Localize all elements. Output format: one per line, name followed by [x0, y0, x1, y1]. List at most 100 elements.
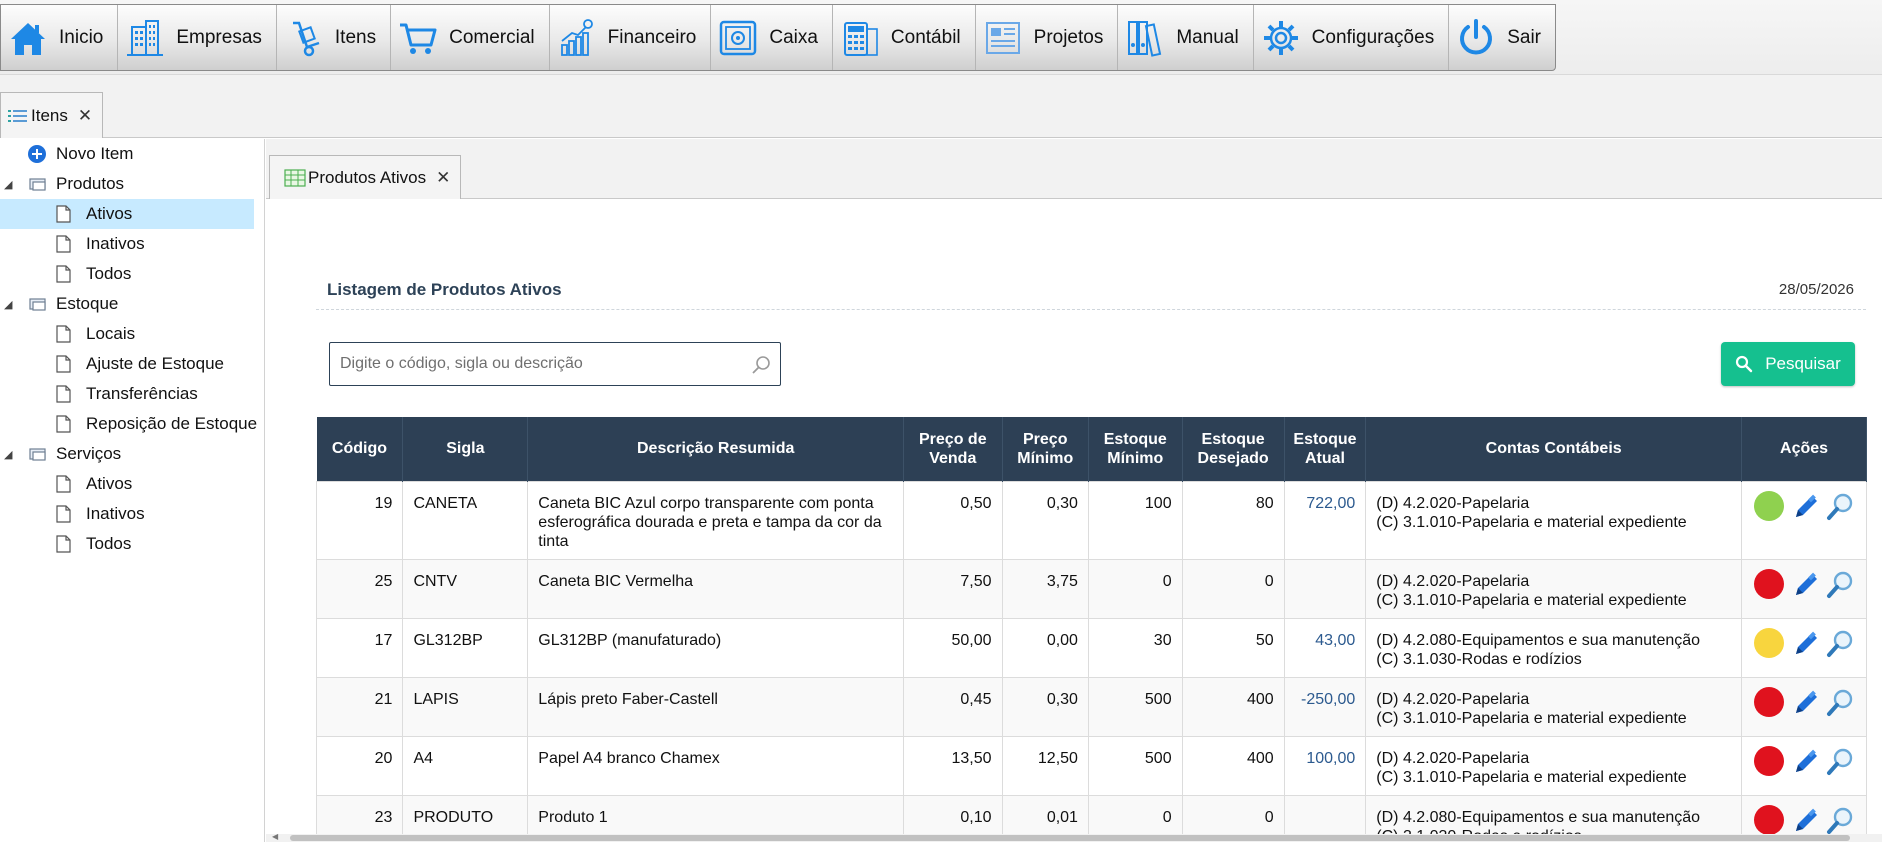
menu-item-projetos[interactable]: Projetos — [976, 5, 1119, 70]
column-header-estoque-desejado[interactable]: Estoque Desejado — [1182, 417, 1285, 481]
cell-estoque-desejado: 400 — [1181, 676, 1285, 737]
cell-estoque-minimo: 100 — [1087, 480, 1183, 560]
edit-pencil-icon[interactable] — [1790, 746, 1822, 778]
table-row[interactable]: 20 A4 Papel A4 branco Chamex 13,50 12,50 500 4… — [316, 735, 1867, 796]
column-header-estoque-minimo[interactable]: Estoque Mínimo — [1088, 417, 1183, 481]
close-tab-itens-icon[interactable]: ✕ — [78, 106, 92, 126]
conta-credito: (C) 3.1.030-Rodas e rodízios — [1376, 650, 1582, 668]
table-header-row: Código Sigla Descrição Resumida Preço de… — [316, 417, 1867, 481]
tab-itens-label: Itens — [31, 105, 68, 125]
column-header-codigo[interactable]: Código — [316, 417, 404, 481]
close-tab-produtos-ativos-icon[interactable]: ✕ — [436, 168, 450, 188]
folder-tray-icon — [29, 298, 46, 311]
table-row[interactable]: 17 GL312BP GL312BP (manufaturado) 50,00 0,00… — [316, 617, 1867, 678]
sidebar-group-servicos[interactable]: ◢ Serviços — [0, 439, 254, 469]
projects-icon — [985, 21, 1020, 54]
menu-item-financeiro[interactable]: Financeiro — [550, 5, 712, 70]
menu-item-configuracoes[interactable]: Configurações — [1254, 5, 1450, 70]
view-magnifier-icon[interactable] — [1824, 687, 1856, 719]
menu-item-empresas[interactable]: Empresas — [118, 5, 277, 70]
collapse-arrow-icon[interactable]: ◢ — [4, 298, 12, 311]
cell-estoque-atual — [1283, 558, 1367, 619]
column-header-estoque-atual[interactable]: Estoque Atual — [1284, 417, 1367, 481]
sidebar-item-servicos-inativos[interactable]: Inativos — [0, 499, 254, 529]
menu-item-inicio[interactable]: Inicio — [1, 5, 119, 70]
scroll-left-arrow-icon[interactable]: ◀ — [272, 832, 278, 841]
menu-item-comercial[interactable]: Comercial — [391, 5, 550, 70]
sidebar-item-estoque-transferencias[interactable]: Transferências — [0, 379, 254, 409]
conta-credito: (C) 3.1.010-Papelaria e material expedie… — [1376, 513, 1687, 531]
collapse-arrow-icon[interactable]: ◢ — [4, 448, 12, 461]
status-indicator[interactable] — [1754, 804, 1785, 835]
scrollbar-thumb[interactable] — [290, 835, 1850, 841]
conta-debito: (D) 4.2.080-Equipamentos e sua manutençã… — [1376, 631, 1701, 649]
status-indicator[interactable] — [1754, 745, 1785, 776]
table-row[interactable]: 25 CNTV Caneta BIC Vermelha 7,50 3,75 0 0 (D) 4… — [316, 558, 1867, 619]
sidebar-group-estoque[interactable]: ◢ Estoque — [0, 289, 254, 319]
conta-credito: (C) 3.1.010-Papelaria e material expedie… — [1376, 768, 1687, 786]
cell-estoque-atual: 100,00 — [1283, 735, 1367, 796]
edit-pencil-icon[interactable] — [1790, 569, 1822, 601]
menu-item-manual[interactable]: Manual — [1118, 5, 1254, 70]
edit-pencil-icon[interactable] — [1790, 491, 1822, 523]
status-indicator[interactable] — [1754, 686, 1785, 717]
cell-sigla: A4 — [402, 735, 529, 796]
column-header-sigla[interactable]: Sigla — [402, 417, 529, 481]
cell-estoque-desejado: 0 — [1181, 794, 1285, 835]
view-magnifier-icon[interactable] — [1824, 746, 1856, 778]
shopping-cart-icon — [400, 23, 437, 54]
horizontal-scrollbar[interactable]: ◀ — [266, 832, 1882, 842]
cell-codigo: 21 — [316, 676, 404, 737]
menu-item-caixa[interactable]: Caixa — [711, 5, 833, 70]
sidebar-item-novo-item[interactable]: Novo Item — [0, 139, 254, 169]
cell-descricao: Papel A4 branco Chamex — [527, 735, 905, 796]
menu-item-sair[interactable]: Sair — [1449, 5, 1555, 70]
table-row[interactable]: 23 PRODUTO Produto 1 0,10 0,01 0 0 (D) 4.2.080-… — [316, 794, 1867, 836]
column-header-descricao[interactable]: Descrição Resumida — [527, 417, 905, 481]
sidebar-group-produtos[interactable]: ◢ Produtos — [0, 169, 254, 199]
menu-item-itens[interactable]: Itens — [277, 5, 392, 70]
tab-itens[interactable]: Itens ✕ — [0, 92, 104, 138]
sidebar-item-produtos-ativos[interactable]: Ativos — [0, 199, 254, 229]
status-indicator[interactable] — [1754, 490, 1785, 521]
column-header-preco-minimo[interactable]: Preço Mínimo — [1002, 417, 1089, 481]
status-indicator[interactable] — [1754, 568, 1785, 599]
view-magnifier-icon[interactable] — [1824, 805, 1856, 836]
cell-contas: (D) 4.2.080-Equipamentos e sua manutençã… — [1365, 617, 1743, 678]
sidebar-item-produtos-inativos[interactable]: Inativos — [0, 229, 254, 259]
status-indicator[interactable] — [1754, 627, 1785, 658]
table-body: 19 CANETA Caneta BIC Azul corpo transparen… — [316, 480, 1867, 836]
edit-pencil-icon[interactable] — [1790, 687, 1822, 719]
spreadsheet-icon — [284, 168, 306, 187]
sidebar-item-servicos-todos[interactable]: Todos — [0, 529, 254, 559]
view-magnifier-icon[interactable] — [1824, 491, 1856, 523]
binders-icon — [1128, 20, 1162, 57]
cell-preco-venda: 7,50 — [903, 558, 1003, 619]
search-button[interactable]: Pesquisar — [1721, 342, 1855, 386]
sidebar-item-estoque-locais[interactable]: Locais — [0, 319, 254, 349]
table-row[interactable]: 19 CANETA Caneta BIC Azul corpo transparen… — [316, 480, 1867, 560]
sidebar-item-servicos-ativos[interactable]: Ativos — [0, 469, 254, 499]
sidebar-item-estoque-ajuste[interactable]: Ajuste de Estoque — [0, 349, 254, 379]
sidebar-item-produtos-todos[interactable]: Todos — [0, 259, 254, 289]
cell-contas: (D) 4.2.080-Equipamentos e sua manutençã… — [1365, 794, 1743, 835]
tab-produtos-ativos[interactable]: Produtos Ativos ✕ — [269, 155, 462, 199]
view-magnifier-icon[interactable] — [1824, 628, 1856, 660]
cell-codigo: 19 — [316, 480, 404, 560]
edit-pencil-icon[interactable] — [1790, 628, 1822, 660]
document-icon — [56, 235, 71, 253]
power-icon — [1460, 18, 1493, 54]
cell-estoque-atual — [1283, 794, 1367, 835]
collapse-arrow-icon[interactable]: ◢ — [4, 178, 12, 191]
sidebar-item-estoque-reposicao[interactable]: Reposição de Estoque — [0, 409, 257, 439]
search-icon[interactable] — [750, 354, 772, 376]
view-magnifier-icon[interactable] — [1824, 569, 1856, 601]
document-icon — [56, 385, 71, 403]
search-input[interactable] — [340, 355, 740, 373]
edit-pencil-icon[interactable] — [1790, 805, 1822, 836]
column-header-contas[interactable]: Contas Contábeis — [1365, 417, 1743, 481]
table-row[interactable]: 21 LAPIS Lápis preto Faber-Castell 0,45 0,30… — [316, 676, 1867, 737]
top-navigation-bar: Inicio Empresas Itens Comercial Financei… — [0, 0, 1882, 75]
column-header-preco-venda[interactable]: Preço de Venda — [903, 417, 1003, 481]
menu-item-contabil[interactable]: Contábil — [833, 5, 976, 70]
